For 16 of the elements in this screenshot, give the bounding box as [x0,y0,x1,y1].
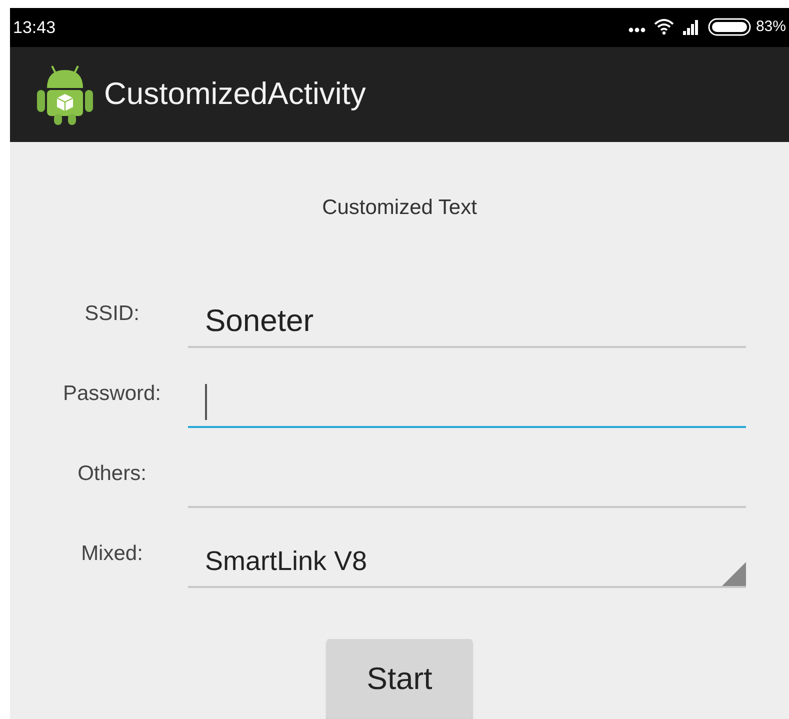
battery-icon [708,18,752,36]
status-time: 13:43 [13,16,56,39]
heading-text: Customized Text [322,194,477,220]
start-button[interactable]: Start [327,639,472,719]
dropdown[interactable]: SmartLink V8 [188,536,746,588]
field-label: Password: [62,381,162,408]
input-field[interactable]: Soneter [188,296,746,348]
field-label: Mixed: [80,541,144,568]
field-label: Others: [76,461,148,488]
app-title: CustomizedActivity [104,74,366,113]
dropdown-arrow-icon [722,562,746,586]
wifi-icon [654,19,674,36]
battery-percent: 83% [756,17,786,38]
field-label: SSID: [84,301,140,328]
signal-icon [682,19,700,36]
more-icon [628,27,646,34]
